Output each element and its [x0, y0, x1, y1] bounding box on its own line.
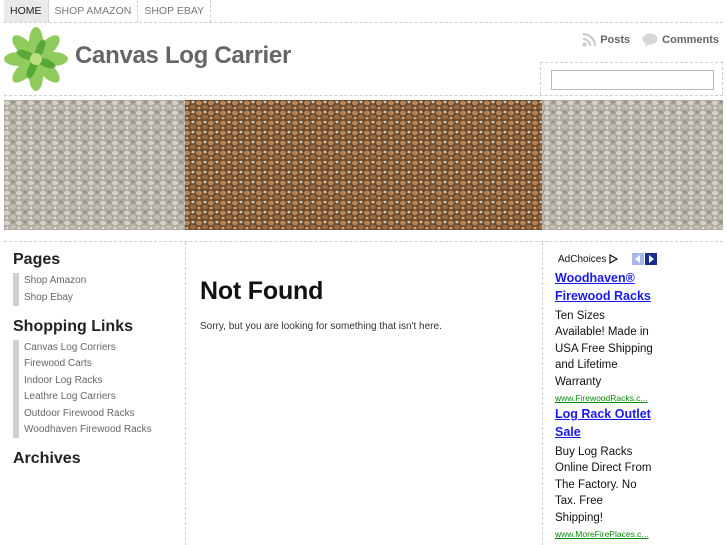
site-title[interactable]: Canvas Log Carrier [75, 42, 291, 70]
main-content: Not Found Sorry, but you are looking for… [200, 277, 530, 332]
ad-navigation [632, 253, 658, 265]
content-divider [4, 241, 723, 242]
ad-item: Log Rack Outlet Sale Buy Log Racks Onlin… [555, 405, 725, 539]
ad-title-line: Log Rack Outlet [555, 407, 651, 422]
speech-bubble-icon [642, 33, 658, 47]
left-sidebar: Pages Shop Amazon Shop Ebay Shopping Lin… [13, 251, 183, 472]
adchoices-icon[interactable] [609, 254, 619, 264]
ad-next-arrow-icon[interactable] [645, 253, 658, 265]
ad-body-line: Online Direct From [555, 462, 652, 475]
top-navigation: HOME SHOP AMAZON SHOP EBAY [4, 0, 723, 23]
ad-title-link[interactable]: Log Rack Outlet Sale [555, 405, 725, 441]
ad-body-line: Shipping! [555, 511, 603, 524]
ad-body-line: Warranty [555, 375, 602, 388]
ad-body-line: Tax. Free [555, 495, 603, 508]
sidebar-item-shop-ebay[interactable]: Shop Ebay [13, 289, 183, 306]
comments-label: Comments [662, 34, 719, 46]
sidebar-item-woodhaven-firewood-racks[interactable]: Woodhaven Firewood Racks [13, 421, 183, 439]
sidebar-item-firewood-carts[interactable]: Firewood Carts [13, 356, 183, 373]
ad-body-line: The Factory. No [555, 478, 637, 491]
sidebar-item-canvas-log-carriers[interactable]: Canvas Log Corriers [13, 339, 183, 357]
shopping-links-heading: Shopping Links [13, 317, 133, 335]
page-title: Not Found [200, 277, 324, 305]
not-found-message: Sorry, but you are looking for something… [200, 321, 442, 332]
posts-feed-link[interactable]: Posts [582, 33, 630, 47]
sidebar-item-outdoor-firewood-racks[interactable]: Outdoor Firewood Racks [13, 405, 183, 422]
ad-body-line: Available! Made in [555, 326, 649, 339]
pages-list: Shop Amazon Shop Ebay [13, 273, 183, 306]
ad-body-line: and Lifetime [555, 359, 618, 372]
sidebar-item-shop-amazon[interactable]: Shop Amazon [13, 273, 183, 290]
ad-description: Ten Sizes Available! Made in USA Free Sh… [555, 308, 725, 390]
posts-label: Posts [600, 34, 631, 46]
ad-url-link[interactable]: www.FirewoodRacks.c... [555, 393, 725, 403]
ad-title-line: Woodhaven® [555, 271, 635, 285]
adchoices-label[interactable]: AdChoices [558, 254, 606, 265]
pages-heading: Pages [13, 251, 61, 268]
ad-prev-arrow-icon[interactable] [632, 253, 645, 265]
left-column-divider [185, 242, 186, 545]
shopping-links-list: Canvas Log Corriers Firewood Carts Indoo… [13, 339, 183, 439]
header-divider [4, 95, 723, 96]
ad-body-line: Buy Log Racks [555, 446, 633, 459]
feed-links: Posts Comments [570, 33, 719, 47]
firewood-banner-image [4, 100, 723, 230]
nav-shop-ebay[interactable]: SHOP EBAY [138, 0, 212, 22]
ad-description: Buy Log Racks Online Direct From The Fac… [555, 444, 725, 526]
ad-sidebar: AdChoices Woodhaven® Firewood Racks Ten … [555, 251, 725, 539]
search-input[interactable] [551, 70, 714, 90]
archives-heading: Archives [13, 450, 81, 468]
rss-icon [582, 33, 597, 47]
ad-title-line: Firewood Racks [555, 289, 651, 303]
ad-body-line: USA Free Shipping [555, 342, 653, 355]
sidebar-item-leather-log-carriers[interactable]: Leathre Log Carriers [13, 388, 183, 406]
adchoices-bar: AdChoices [555, 251, 725, 267]
ad-item: Woodhaven® Firewood Racks Ten Sizes Avai… [555, 269, 725, 403]
search-box [540, 62, 723, 95]
green-leaf-logo-icon[interactable] [4, 27, 68, 91]
sidebar-item-indoor-log-racks[interactable]: Indoor Log Racks [13, 372, 183, 389]
right-column-divider [542, 242, 543, 545]
ad-body-line: Ten Sizes [555, 310, 605, 322]
ad-title-link[interactable]: Woodhaven® Firewood Racks [555, 269, 725, 305]
nav-shop-amazon[interactable]: SHOP AMAZON [49, 0, 139, 22]
ad-url-link[interactable]: www.MoreFirePlaces.c... [555, 529, 725, 539]
comments-feed-link[interactable]: Comments [642, 33, 719, 47]
nav-home[interactable]: HOME [4, 0, 49, 22]
ad-title-line: Sale [555, 425, 581, 440]
